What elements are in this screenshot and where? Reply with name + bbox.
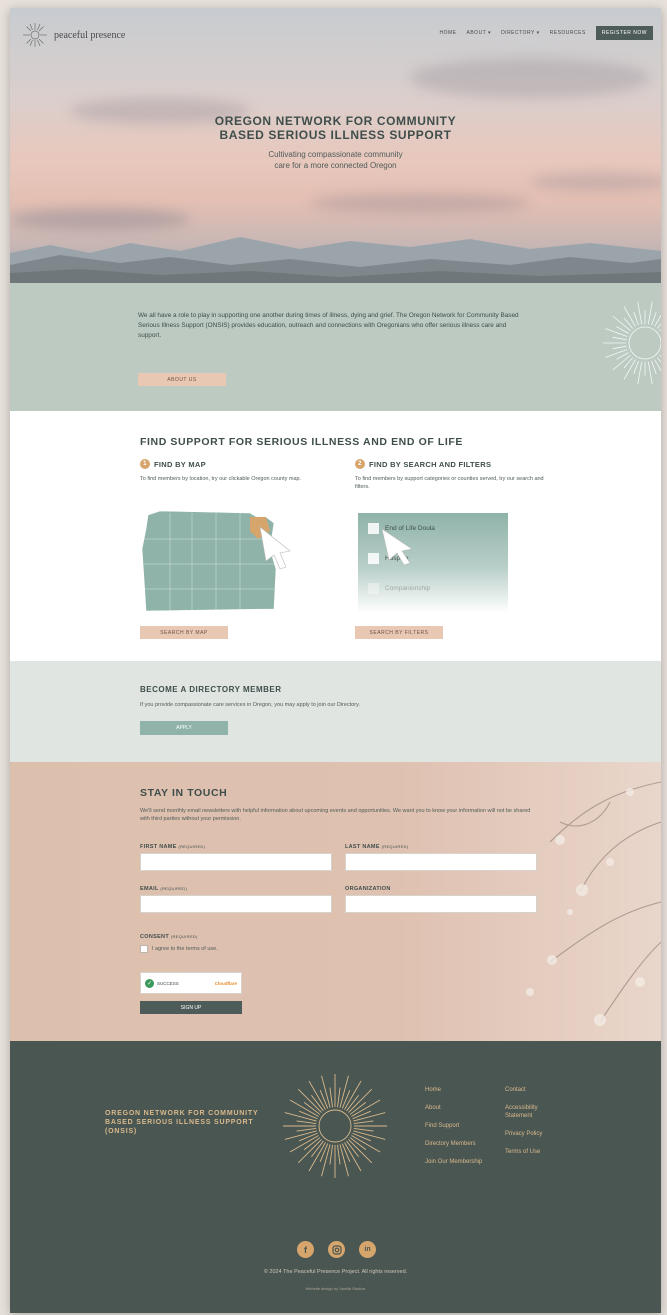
find-by-map-title: FIND BY MAP <box>154 459 206 469</box>
hero-section: peaceful presence HOME ABOUT ▾ DIRECTORY… <box>10 8 661 283</box>
last-name-required: (required) <box>381 844 409 849</box>
nav-directory[interactable]: DIRECTORY ▾ <box>501 30 540 36</box>
captcha-status: ✓ SUCCESS <box>145 978 179 988</box>
register-button[interactable]: REGISTER NOW <box>595 26 653 40</box>
hero-subtitle: Cultivating compassionate community care… <box>10 149 661 171</box>
intro-text: We all have a role to play in supporting… <box>138 312 519 339</box>
filter-label-3: Companionship <box>385 585 431 592</box>
footer-title: OREGON NETWORK FOR COMMUNITY BASED SERIO… <box>105 1110 259 1135</box>
first-name-required: (required) <box>178 844 206 849</box>
nav-about[interactable]: ABOUT ▾ <box>467 30 492 36</box>
search-by-map-button[interactable]: SEARCH BY MAP <box>140 626 228 639</box>
captcha-brand: Cloudflare <box>214 980 237 986</box>
footer-link-about[interactable]: About <box>425 1104 485 1112</box>
consent-label: CONSENT (required) <box>140 934 198 940</box>
footer-link-directory-members[interactable]: Directory Members <box>425 1140 485 1148</box>
site-logo[interactable]: peaceful presence <box>22 22 125 48</box>
search-by-filters-button[interactable]: SEARCH BY FILTERS <box>355 626 443 639</box>
linkedin-icon[interactable]: in <box>359 1241 376 1258</box>
stay-in-touch-section: STAY IN TOUCH We'll send monthly email n… <box>10 762 661 1041</box>
find-by-search-heading: 2 FIND BY SEARCH AND FILTERS <box>355 459 491 469</box>
facebook-icon[interactable]: f <box>297 1241 314 1258</box>
logo-text: peaceful presence <box>54 29 126 41</box>
filter-preview: End of Life Doula Hospice Companionship <box>358 513 508 613</box>
instagram-icon[interactable] <box>328 1241 345 1258</box>
footer-link-contact[interactable]: Contact <box>505 1086 565 1094</box>
first-name-input[interactable] <box>140 853 332 871</box>
find-support-heading: FIND SUPPORT FOR SERIOUS ILLNESS AND END… <box>140 436 464 448</box>
filter-option-3[interactable]: Companionship <box>368 583 430 594</box>
email-input[interactable] <box>140 895 332 913</box>
hero-title-line1: OREGON NETWORK FOR COMMUNITY <box>214 114 457 128</box>
footer-link-join-membership[interactable]: Join Our Membership <box>425 1158 485 1166</box>
about-us-button[interactable]: ABOUT US <box>138 373 226 386</box>
footer-link-privacy[interactable]: Privacy Policy <box>505 1130 565 1138</box>
consent-checkbox[interactable] <box>140 945 148 953</box>
email-required: (required) <box>160 886 188 891</box>
stay-in-touch-desc: We'll send monthly email newsletters wit… <box>140 808 531 822</box>
page: peaceful presence HOME ABOUT ▾ DIRECTORY… <box>10 8 661 1313</box>
copyright-text: © 2024 The Peaceful Presence Project. Al… <box>263 1269 408 1275</box>
last-name-input[interactable] <box>345 853 537 871</box>
check-icon: ✓ <box>145 978 154 988</box>
find-support-section: FIND SUPPORT FOR SERIOUS ILLNESS AND END… <box>10 411 661 661</box>
oregon-map[interactable] <box>140 509 300 619</box>
captcha-widget[interactable]: ✓ SUCCESS Cloudflare <box>140 972 242 994</box>
last-name-label: LAST NAME (required) <box>345 844 408 850</box>
consent-required: (required) <box>170 934 198 939</box>
filter-checkbox-1[interactable] <box>368 523 379 534</box>
sunburst-footer-icon <box>283 1074 387 1178</box>
filter-checkbox-3[interactable] <box>368 583 379 594</box>
footer-nav-col-2: Contact Accessibility Statement Privacy … <box>505 1086 565 1156</box>
apply-button[interactable]: APPLY <box>140 721 228 735</box>
find-by-search-title: FIND BY SEARCH AND FILTERS <box>369 459 492 469</box>
hero-sub-line2: care for a more connected Oregon <box>274 161 397 170</box>
hero-title-line2: BASED SERIOUS ILLNESS SUPPORT <box>219 128 452 142</box>
cursor-arrow-icon <box>381 528 413 566</box>
intro-section: We all have a role to play in supporting… <box>10 283 661 411</box>
sunburst-decoration-icon <box>603 301 661 385</box>
first-name-label: FIRST NAME (required) <box>140 844 205 850</box>
mountains-image <box>10 237 661 283</box>
footer-link-accessibility[interactable]: Accessibility Statement <box>505 1104 565 1120</box>
footer-link-find-support[interactable]: Find Support <box>425 1122 485 1130</box>
footer-nav-col-1: Home About Find Support Directory Member… <box>425 1086 485 1166</box>
nav-resources[interactable]: RESOURCES <box>550 30 586 36</box>
step-2-badge: 2 <box>355 459 365 469</box>
organization-input[interactable] <box>345 895 537 913</box>
credit-text[interactable]: Website design by Vanilla Studios <box>10 1286 661 1291</box>
footer-link-terms[interactable]: Terms of Use <box>505 1148 565 1156</box>
consent-label-text: CONSENT <box>140 934 169 940</box>
sunburst-logo-icon <box>23 23 47 47</box>
email-label: EMAIL (required) <box>140 886 187 892</box>
social-links: f in <box>297 1241 376 1258</box>
consent-text: I agree to the terms of use. <box>152 946 218 952</box>
nav-home[interactable]: HOME <box>440 30 457 36</box>
main-nav: HOME ABOUT ▾ DIRECTORY ▾ RESOURCES REGIS… <box>440 26 653 40</box>
site-footer: OREGON NETWORK FOR COMMUNITY BASED SERIO… <box>10 1041 661 1313</box>
consent-row: I agree to the terms of use. <box>140 945 218 953</box>
step-1-badge: 1 <box>140 459 150 469</box>
stay-in-touch-heading: STAY IN TOUCH <box>140 787 228 799</box>
last-name-label-text: LAST NAME <box>345 844 380 850</box>
hero-sub-line1: Cultivating compassionate community <box>268 150 403 159</box>
directory-section: BECOME A DIRECTORY MEMBER If you provide… <box>10 661 661 762</box>
hero-title: OREGON NETWORK FOR COMMUNITY BASED SERIO… <box>10 114 661 142</box>
find-by-map-desc: To find members by location, try our cli… <box>140 476 302 482</box>
sign-up-button[interactable]: SIGN UP <box>140 1001 242 1014</box>
first-name-label-text: FIRST NAME <box>140 844 177 850</box>
filter-checkbox-2[interactable] <box>368 553 379 564</box>
email-label-text: EMAIL <box>140 886 159 892</box>
directory-heading: BECOME A DIRECTORY MEMBER <box>140 685 282 694</box>
directory-desc: If you provide compassionate care servic… <box>140 702 360 708</box>
footer-link-home[interactable]: Home <box>425 1086 485 1094</box>
find-by-map-heading: 1 FIND BY MAP <box>140 459 206 469</box>
find-by-search-desc: To find members by support categories or… <box>355 476 544 490</box>
organization-label: ORGANIZATION <box>345 886 391 892</box>
captcha-success-text: SUCCESS <box>157 980 179 986</box>
